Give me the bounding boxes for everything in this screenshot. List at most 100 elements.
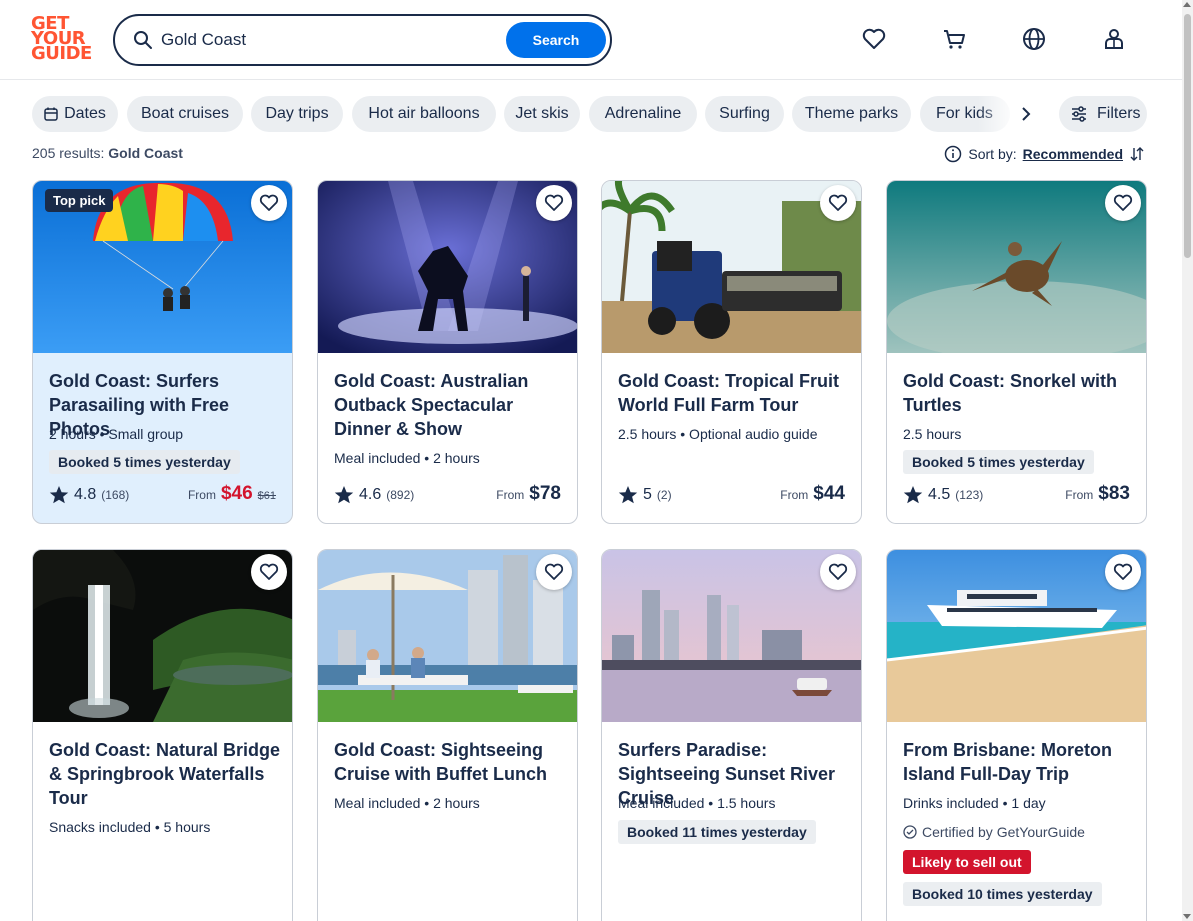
booked-badge: Booked 5 times yesterday: [903, 450, 1094, 474]
profile-icon[interactable]: [1101, 26, 1127, 52]
chip-jet-skis[interactable]: Jet skis: [504, 96, 580, 132]
wishlist-button[interactable]: [820, 185, 856, 221]
price-from-label: From: [187, 488, 216, 502]
activity-meta: Meal included • 2 hours: [334, 795, 480, 811]
activity-card[interactable]: Surfers Paradise: Sightseeing Sunset Riv…: [601, 549, 862, 921]
wishlist-button[interactable]: [251, 554, 287, 590]
price-value: $78: [529, 483, 561, 504]
activity-title[interactable]: From Brisbane: Moreton Island Full-Day T…: [903, 738, 1135, 786]
activity-title[interactable]: Gold Coast: Tropical Fruit World Full Fa…: [618, 369, 850, 417]
price: From $83: [1065, 483, 1130, 507]
price-value: $83: [1098, 483, 1130, 504]
review-count: (892): [386, 488, 415, 502]
wishlist-button[interactable]: [1105, 554, 1141, 590]
sell-out-badge: Likely to sell out: [903, 850, 1031, 874]
site-header: GET YOUR GUIDE Search: [0, 0, 1182, 80]
rating-value: 4.6: [359, 486, 382, 503]
chip-label: Day trips: [265, 105, 329, 122]
activity-card[interactable]: Gold Coast: Australian Outback Spectacul…: [317, 180, 578, 524]
chip-surfing[interactable]: Surfing: [705, 96, 784, 132]
chip-label: Dates: [64, 105, 106, 122]
price-from-label: From: [1065, 488, 1094, 502]
results-count-text: 205 results:: [32, 145, 105, 161]
wishlist-button[interactable]: [820, 554, 856, 590]
rating: 4.6 (892): [334, 483, 414, 507]
sliders-icon: [1072, 106, 1086, 122]
chip-hot-air-balloons[interactable]: Hot air balloons: [352, 96, 496, 132]
activity-title[interactable]: Gold Coast: Natural Bridge & Springbrook…: [49, 738, 281, 810]
filters-label: Filters: [1097, 105, 1141, 122]
chip-dates[interactable]: Dates: [32, 96, 118, 132]
activity-card[interactable]: Gold Coast: Sightseeing Cruise with Buff…: [317, 549, 578, 921]
activity-meta: Meal included • 1.5 hours: [618, 795, 776, 811]
star-icon: [334, 486, 354, 504]
price-from-label: From: [780, 488, 809, 502]
top-pick-badge: Top pick: [45, 189, 114, 212]
chip-day-trips[interactable]: Day trips: [251, 96, 343, 132]
chip-label: Jet skis: [515, 105, 569, 122]
sort-arrows-icon[interactable]: [1129, 146, 1145, 162]
activity-meta: 2.5 hours: [903, 426, 962, 442]
filters-button[interactable]: Filters: [1059, 96, 1147, 132]
price-value: $46: [220, 483, 253, 504]
sort-dropdown[interactable]: Recommended: [1023, 146, 1123, 162]
activity-meta: 2 hours • Small group: [49, 426, 184, 442]
chip-label: Adrenaline: [604, 105, 682, 122]
price: From $78: [496, 483, 561, 507]
rating-value: 4.5: [928, 486, 951, 503]
wishlist-button[interactable]: [251, 185, 287, 221]
sort-label: Sort by:: [968, 146, 1017, 162]
rating: 5 (2): [618, 483, 672, 507]
chip-label: Surfing: [719, 105, 770, 122]
activity-card[interactable]: Gold Coast: Snorkel with Turtles 2.5 hou…: [886, 180, 1147, 524]
scrollbar-thumb[interactable]: [1184, 14, 1191, 258]
getyourguide-logo[interactable]: GET YOUR GUIDE: [31, 15, 92, 64]
info-icon[interactable]: [944, 145, 962, 163]
activity-title[interactable]: Gold Coast: Australian Outback Spectacul…: [334, 369, 566, 441]
wishlist-button[interactable]: [1105, 185, 1141, 221]
search-input[interactable]: [161, 26, 491, 54]
chip-theme-parks[interactable]: Theme parks: [792, 96, 911, 132]
activity-title[interactable]: Gold Coast: Sightseeing Cruise with Buff…: [334, 738, 566, 786]
heart-icon: [828, 563, 848, 580]
activity-card[interactable]: From Brisbane: Moreton Island Full-Day T…: [886, 549, 1147, 921]
star-icon: [618, 486, 638, 504]
wishlist-button[interactable]: [536, 185, 572, 221]
logo-line-3: GUIDE: [31, 43, 92, 64]
scroll-down-arrow[interactable]: [1183, 914, 1191, 919]
old-price: $61: [257, 490, 276, 502]
chip-label: Boat cruises: [140, 105, 230, 122]
booked-badge: Booked 11 times yesterday: [618, 820, 816, 844]
heart-icon: [259, 563, 279, 580]
search-icon: [134, 31, 152, 49]
sort-control: Sort by: Recommended: [944, 144, 1145, 164]
heart-icon: [828, 194, 848, 211]
chevron-right-icon[interactable]: [1014, 102, 1038, 126]
rating: 4.8 (168): [49, 483, 129, 507]
category-chips: Dates Boat cruises Day trips Hot air bal…: [32, 96, 1147, 132]
price: From $46 $61: [188, 483, 276, 507]
activity-card[interactable]: Top pick Gold Coast: Surfers Parasailing…: [32, 180, 293, 524]
heart-icon[interactable]: [861, 26, 887, 52]
heart-icon: [1113, 563, 1133, 580]
chip-boat-cruises[interactable]: Boat cruises: [127, 96, 243, 132]
activity-meta: Snacks included • 5 hours: [49, 819, 211, 835]
scroll-up-arrow[interactable]: [1183, 2, 1191, 7]
activity-title[interactable]: Gold Coast: Snorkel with Turtles: [903, 369, 1135, 417]
chip-adrenaline[interactable]: Adrenaline: [589, 96, 697, 132]
results-count: 205 results: Gold Coast: [32, 145, 183, 161]
star-icon: [49, 486, 69, 504]
price-from-label: From: [496, 488, 525, 502]
globe-icon[interactable]: [1021, 26, 1047, 52]
page-scrollbar[interactable]: [1182, 0, 1193, 921]
heart-icon: [1113, 194, 1133, 211]
rating: 4.5 (123): [903, 483, 983, 507]
activity-card[interactable]: Gold Coast: Tropical Fruit World Full Fa…: [601, 180, 862, 524]
search-button[interactable]: Search: [506, 22, 606, 58]
price: From $44: [780, 483, 845, 507]
chip-label: Theme parks: [804, 105, 899, 122]
results-query: Gold Coast: [108, 145, 183, 161]
wishlist-button[interactable]: [536, 554, 572, 590]
activity-card[interactable]: Gold Coast: Natural Bridge & Springbrook…: [32, 549, 293, 921]
cart-icon[interactable]: [941, 26, 967, 52]
